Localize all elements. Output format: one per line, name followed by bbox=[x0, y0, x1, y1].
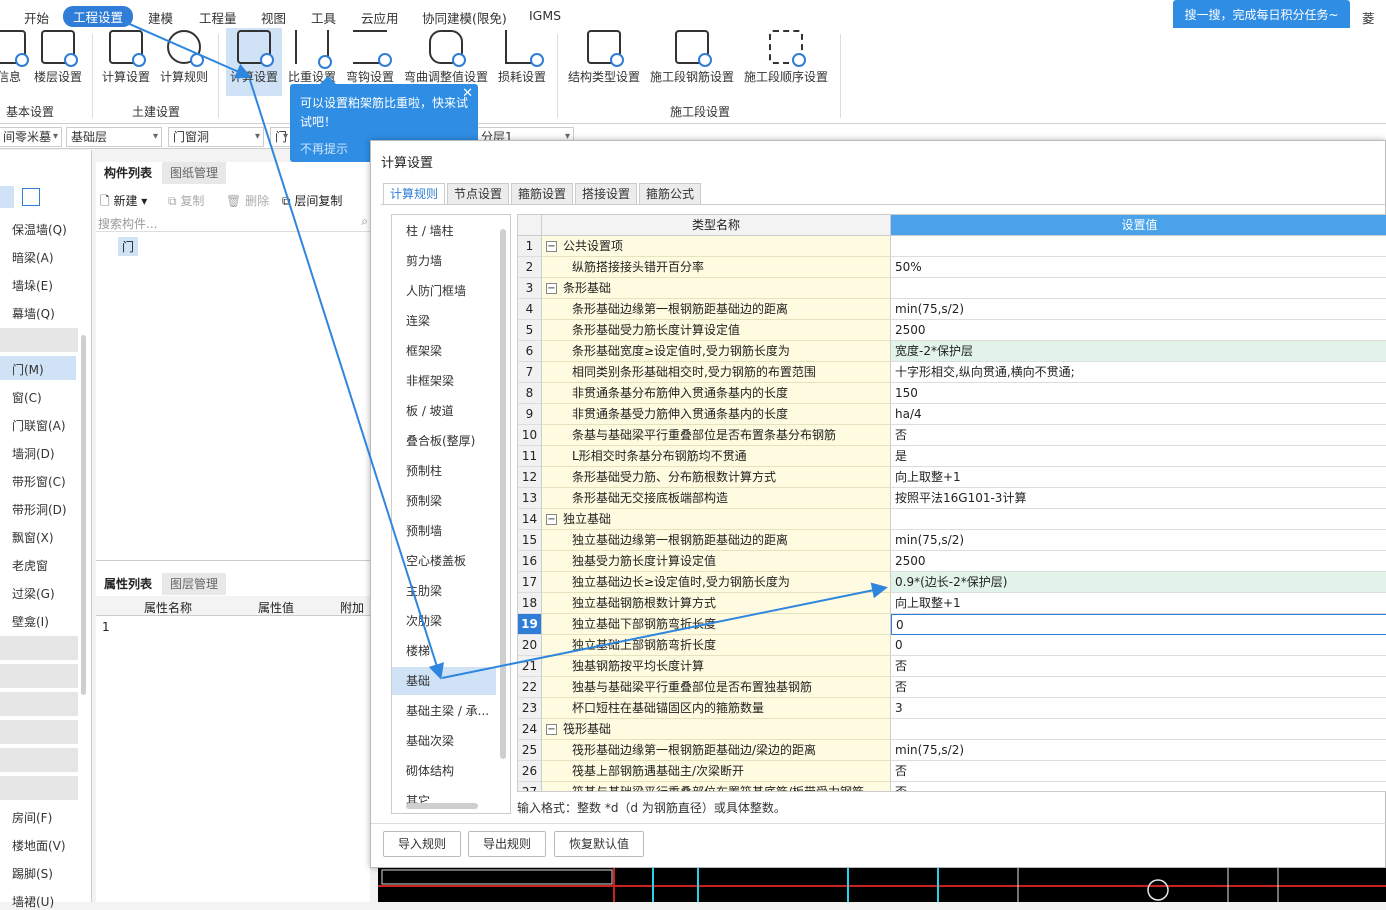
arrow-to-foundation bbox=[249, 79, 444, 680]
annotation-arrows bbox=[124, 21, 888, 680]
arrow-to-calc-settings bbox=[124, 21, 252, 79]
arrow-to-setting bbox=[441, 582, 888, 679]
